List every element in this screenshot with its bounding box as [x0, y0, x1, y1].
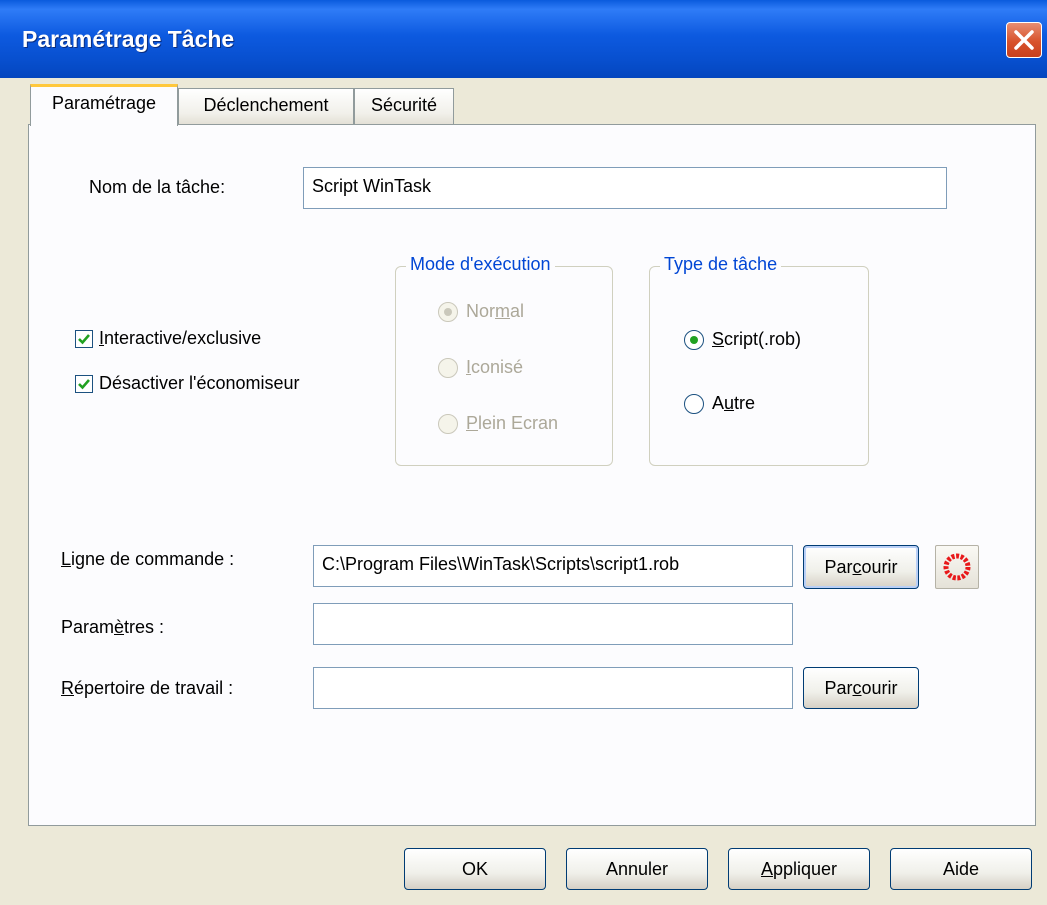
radio-script[interactable]	[684, 330, 704, 350]
tab-declenchement[interactable]: Déclenchement	[178, 88, 354, 124]
task-type-legend: Type de tâche	[660, 254, 782, 275]
ok-button[interactable]: OK	[404, 848, 546, 890]
radio-iconise-label: Iconisé	[466, 357, 524, 377]
exec-mode-legend: Mode d'exécution	[406, 254, 555, 275]
dialog-window: Paramétrage Tâche Paramétrage Déclenchem…	[0, 0, 1047, 905]
task-name-label: Nom de la tâche:	[89, 177, 226, 197]
checkmark-icon	[78, 379, 90, 390]
command-line-field[interactable]: C:\Program Files\WinTask\Scripts\script1…	[313, 545, 793, 587]
parameters-label: Paramètres :	[61, 617, 165, 637]
interactive-checkbox[interactable]	[75, 330, 93, 348]
radio-other-label[interactable]: Autre	[712, 393, 755, 414]
task-name-field[interactable]: Script WinTask	[303, 167, 947, 209]
tab-securite[interactable]: Sécurité	[354, 88, 454, 124]
working-dir-label: Répertoire de travail :	[61, 678, 234, 698]
tab-label: Déclenchement	[203, 95, 329, 115]
apply-button[interactable]: Appliquer	[728, 848, 870, 890]
window-title: Paramétrage Tâche	[22, 26, 235, 52]
interactive-label[interactable]: Interactive/exclusive	[99, 328, 261, 349]
tab-parametrage[interactable]: Paramétrage	[30, 84, 178, 126]
tab-panel: Nom de la tâche: Script WinTask Interact…	[28, 124, 1036, 826]
task-type-group: Type de tâche Script(.rob) Autre	[649, 254, 869, 466]
record-icon	[943, 553, 971, 581]
radio-script-label[interactable]: Script(.rob)	[712, 329, 801, 350]
radio-normal-label: Normal	[466, 301, 525, 321]
parameters-field[interactable]	[313, 603, 793, 645]
radio-other[interactable]	[684, 394, 704, 414]
radio-selected-dot	[690, 336, 698, 344]
exec-mode-group: Mode d'exécution Normal Iconisé Plein Ec…	[395, 254, 613, 466]
command-line-label: Ligne de commande :	[61, 549, 235, 569]
screensaver-checkbox[interactable]	[75, 375, 93, 393]
help-button[interactable]: Aide	[890, 848, 1032, 890]
close-icon	[1014, 30, 1034, 50]
tab-label: Sécurité	[370, 95, 438, 115]
radio-iconise[interactable]	[438, 358, 458, 378]
radio-fullscreen[interactable]	[438, 414, 458, 434]
browse-command-button[interactable]: Parcourir	[803, 545, 919, 589]
radio-normal[interactable]	[438, 302, 458, 322]
browse-working-dir-button[interactable]: Parcourir	[803, 667, 919, 709]
working-dir-field[interactable]	[313, 667, 793, 709]
title-bar[interactable]: Paramétrage Tâche	[0, 0, 1047, 78]
tab-label: Paramétrage	[51, 93, 157, 113]
checkmark-icon	[78, 334, 90, 345]
record-button[interactable]	[935, 545, 979, 589]
screensaver-label[interactable]: Désactiver l'économiseur	[99, 373, 300, 394]
label-text: nteractive/exclusive	[104, 328, 262, 348]
cancel-button[interactable]: Annuler	[566, 848, 708, 890]
radio-fullscreen-label: Plein Ecran	[466, 413, 559, 433]
close-button[interactable]	[1006, 22, 1042, 58]
